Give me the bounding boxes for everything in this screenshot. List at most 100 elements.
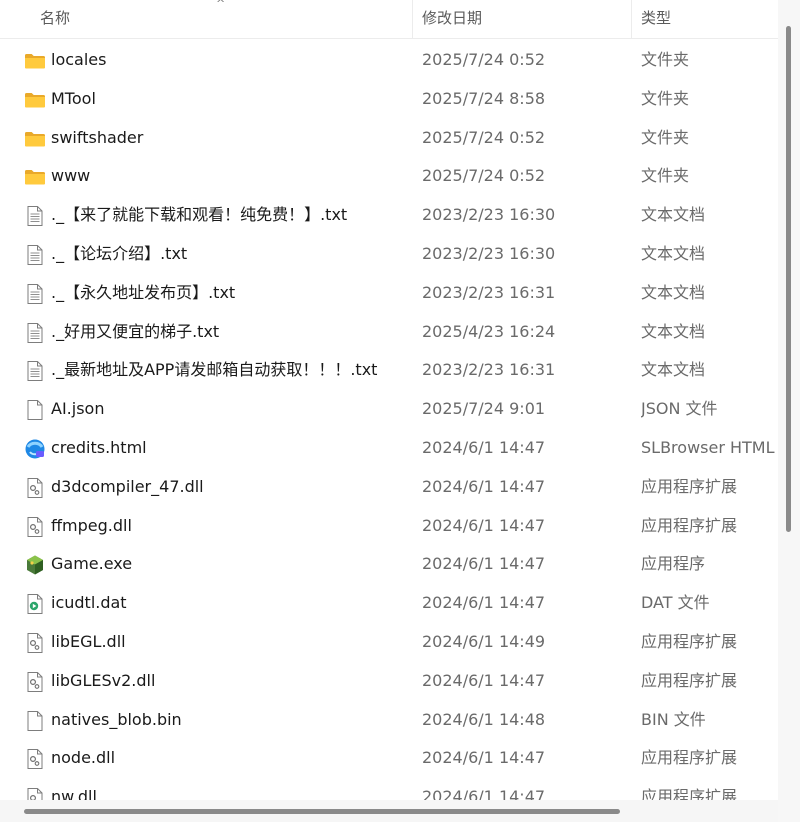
dll-file-icon [24,516,46,538]
vertical-scrollbar[interactable] [778,0,800,822]
file-type: 文本文档 [641,360,706,380]
file-type: BIN 文件 [641,709,706,729]
column-header-date-label: 修改日期 [422,9,483,27]
file-modified-date: 2025/7/24 0:52 [422,166,546,186]
file-row[interactable]: libGLESv2.dll 2024/6/1 14:47 应用程序扩展 [0,662,778,701]
file-type: 应用程序扩展 [641,631,738,651]
file-row[interactable]: Game.exe 2024/6/1 14:47 应用程序 [0,545,778,584]
media-file-icon [24,593,46,615]
file-row[interactable]: swiftshader 2025/7/24 0:52 文件夹 [0,119,778,158]
file-row[interactable]: AI.json 2025/7/24 9:01 JSON 文件 [0,390,778,429]
column-header-name-label: 名称 [40,9,71,27]
sort-ascending-icon: ^ [216,0,226,10]
column-header-date[interactable]: 修改日期 [422,0,622,38]
folder-icon [24,166,46,188]
file-modified-date: 2025/7/24 0:52 [422,127,546,147]
file-row[interactable]: MTool 2025/7/24 8:58 文件夹 [0,80,778,119]
file-modified-date: 2023/2/23 16:30 [422,243,556,263]
file-modified-date: 2024/6/1 14:47 [422,670,546,690]
file-row[interactable]: locales 2025/7/24 0:52 文件夹 [0,41,778,80]
column-resize-handle[interactable] [412,0,413,38]
file-type: 文件夹 [641,127,690,147]
file-name: node.dll [51,748,116,768]
dll-file-icon [24,748,46,770]
file-name: Game.exe [51,554,133,574]
file-row[interactable]: libEGL.dll 2024/6/1 14:49 应用程序扩展 [0,623,778,662]
file-modified-date: 2024/6/1 14:49 [422,631,546,651]
file-modified-date: 2024/6/1 14:47 [422,593,546,613]
text-file-icon [24,360,46,382]
file-name: d3dcompiler_47.dll [51,476,204,496]
column-header-bar: 名称 ^ 修改日期 类型 [0,0,778,39]
file-row[interactable]: node.dll 2024/6/1 14:47 应用程序扩展 [0,739,778,778]
file-row[interactable]: www 2025/7/24 0:52 文件夹 [0,157,778,196]
file-name: libGLESv2.dll [51,670,156,690]
file-modified-date: 2023/2/23 16:30 [422,205,556,225]
browser-html-icon [24,438,46,460]
column-header-type-label: 类型 [641,9,672,27]
file-modified-date: 2024/6/1 14:47 [422,476,546,496]
file-modified-date: 2024/6/1 14:48 [422,709,546,729]
file-type: 文本文档 [641,282,706,302]
file-name: swiftshader [51,127,144,147]
file-modified-date: 2023/2/23 16:31 [422,360,556,380]
file-row[interactable]: credits.html 2024/6/1 14:47 SLBrowser HTML… [0,429,778,468]
file-type: 应用程序 [641,554,706,574]
file-name: ._好用又便宜的梯子.txt [51,321,220,341]
text-file-icon [24,283,46,305]
file-name: ._【永久地址发布页】.txt [51,282,236,302]
file-modified-date: 2024/6/1 14:47 [422,554,546,574]
horizontal-scrollbar-thumb[interactable] [24,809,620,814]
dll-file-icon [24,632,46,654]
file-name: ._最新地址及APP请发邮箱自动获取！！！.txt [51,360,378,380]
dll-file-icon [24,671,46,693]
folder-icon [24,89,46,111]
file-row[interactable]: d3dcompiler_47.dll 2024/6/1 14:47 应用程序扩展 [0,468,778,507]
file-type: 应用程序扩展 [641,515,738,535]
file-type: 文本文档 [641,321,706,341]
file-type: DAT 文件 [641,593,710,613]
folder-icon [24,128,46,150]
horizontal-scrollbar[interactable] [0,800,778,822]
file-name: natives_blob.bin [51,709,182,729]
column-resize-handle[interactable] [631,0,632,38]
file-type: 应用程序扩展 [641,476,738,496]
vertical-scrollbar-thumb[interactable] [786,26,791,532]
text-file-icon [24,322,46,344]
game-exe-icon [24,554,46,576]
file-type: 文件夹 [641,88,690,108]
file-modified-date: 2024/6/1 14:47 [422,748,546,768]
file-type: SLBrowser HTML I [641,437,778,457]
file-modified-date: 2025/7/24 0:52 [422,50,546,69]
file-name: ffmpeg.dll [51,515,132,535]
file-modified-date: 2024/6/1 14:47 [422,437,546,457]
folder-icon [24,50,46,72]
file-name: libEGL.dll [51,631,126,651]
file-row[interactable]: ._最新地址及APP请发邮箱自动获取！！！.txt 2023/2/23 16:31… [0,351,778,390]
file-row[interactable]: ._【永久地址发布页】.txt 2023/2/23 16:31 文本文档 [0,274,778,313]
file-modified-date: 2023/2/23 16:31 [422,282,556,302]
blank-file-icon [24,710,46,732]
file-name: icudtl.dat [51,593,127,613]
file-name: MTool [51,88,96,108]
text-file-icon [24,244,46,266]
file-explorer-list: 名称 ^ 修改日期 类型 locales 2025/7/24 0:52 文件夹 MTo… [0,0,800,822]
file-row[interactable]: icudtl.dat 2024/6/1 14:47 DAT 文件 [0,584,778,623]
blank-file-icon [24,399,46,421]
file-type: JSON 文件 [641,399,718,419]
file-name: ._【论坛介绍】.txt [51,243,188,263]
file-row[interactable]: ._【来了就能下载和观看！纯免费！】.txt 2023/2/23 16:30 文本文… [0,196,778,235]
file-list: locales 2025/7/24 0:52 文件夹 MTool 2025/7/24 8… [0,41,778,817]
file-row[interactable]: ffmpeg.dll 2024/6/1 14:47 应用程序扩展 [0,507,778,546]
file-modified-date: 2024/6/1 14:47 [422,515,546,535]
file-name: www [51,166,91,186]
file-type: 应用程序扩展 [641,748,738,768]
file-type: 文件夹 [641,166,690,186]
column-header-type[interactable]: 类型 [641,0,771,38]
file-modified-date: 2025/7/24 9:01 [422,399,546,419]
file-row[interactable]: ._【论坛介绍】.txt 2023/2/23 16:30 文本文档 [0,235,778,274]
file-type: 应用程序扩展 [641,670,738,690]
file-row[interactable]: natives_blob.bin 2024/6/1 14:48 BIN 文件 [0,701,778,740]
file-row[interactable]: ._好用又便宜的梯子.txt 2025/4/23 16:24 文本文档 [0,313,778,352]
dll-file-icon [24,477,46,499]
